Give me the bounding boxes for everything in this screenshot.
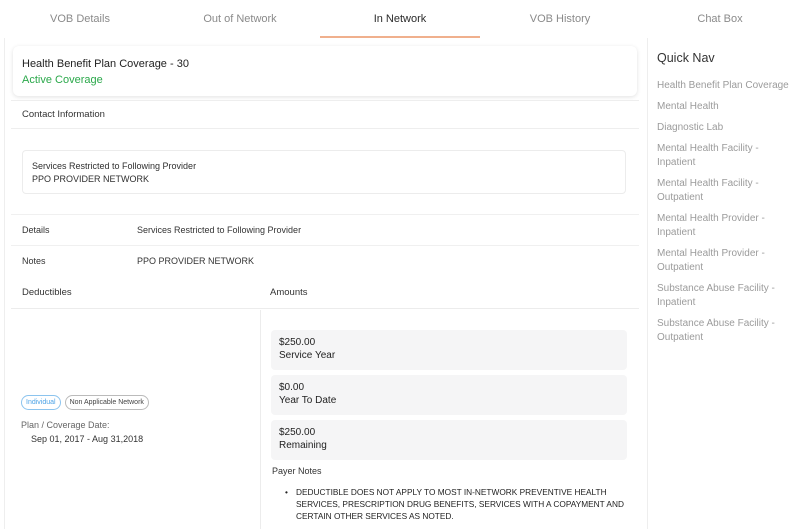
amount-label: Remaining [279, 440, 327, 451]
contact-information-header[interactable]: Contact Information [11, 100, 639, 129]
tab-bar: VOB Details Out of Network In Network VO… [0, 0, 800, 38]
tab-vob-details[interactable]: VOB Details [0, 0, 160, 38]
quick-nav-item-mh-provider-outpatient[interactable]: Mental Health Provider - Outpatient [657, 247, 791, 275]
details-row: Details Services Restricted to Following… [11, 214, 639, 245]
badge-group: Individual Non Applicable Network [21, 395, 149, 410]
amount-card: $250.00 Remaining [271, 420, 627, 460]
quick-nav-panel: Quick Nav Health Benefit Plan Coverage M… [647, 38, 800, 529]
notes-label: Notes [22, 256, 46, 266]
amount-value: $250.00 [279, 337, 316, 348]
deductibles-column-header: Deductibles [22, 287, 72, 298]
quick-nav-item-sa-facility-outpatient[interactable]: Substance Abuse Facility - Outpatient [657, 317, 791, 345]
notes-value: PPO PROVIDER NETWORK [137, 256, 255, 266]
provider-restriction-text: Services Restricted to Following Provide… [32, 161, 197, 171]
amount-card: $250.00 Service Year [271, 330, 627, 370]
tab-out-of-network[interactable]: Out of Network [160, 0, 320, 38]
main-panel: Health Benefit Plan Coverage - 30 Active… [4, 38, 644, 529]
app-frame: VOB Details Out of Network In Network VO… [0, 0, 800, 529]
coverage-status: Active Coverage [22, 74, 103, 86]
provider-restriction-box: Services Restricted to Following Provide… [22, 150, 626, 194]
quick-nav-item-diagnostic-lab[interactable]: Diagnostic Lab [657, 121, 791, 135]
quick-nav-item-mh-provider-inpatient[interactable]: Mental Health Provider - Inpatient [657, 212, 791, 240]
details-label: Details [22, 225, 50, 235]
deductible-info-cell: Individual Non Applicable Network Plan /… [11, 310, 261, 529]
individual-badge: Individual [21, 395, 61, 410]
quick-nav-item-mh-facility-outpatient[interactable]: Mental Health Facility - Outpatient [657, 177, 791, 205]
amount-value: $0.00 [279, 382, 305, 393]
tab-in-network[interactable]: In Network [320, 0, 480, 38]
tab-vob-history[interactable]: VOB History [480, 0, 640, 38]
amounts-column-header: Amounts [270, 287, 308, 298]
payer-notes-title: Payer Notes [272, 466, 322, 476]
network-badge: Non Applicable Network [64, 395, 149, 410]
quick-nav-item-sa-facility-inpatient[interactable]: Substance Abuse Facility - Inpatient [657, 282, 791, 310]
plan-date-value: Sep 01, 2017 - Aug 31,2018 [31, 434, 144, 444]
amount-label: Year To Date [279, 395, 337, 406]
quick-nav-item-mh-facility-inpatient[interactable]: Mental Health Facility - Inpatient [657, 142, 791, 170]
payer-note-item: DEDUCTIBLE DOES NOT APPLY TO MOST IN-NET… [285, 486, 625, 522]
deductibles-header: Deductibles Amounts [11, 277, 639, 309]
quick-nav-item-mental-health[interactable]: Mental Health [657, 100, 791, 114]
quick-nav-item-health-benefit-plan-coverage[interactable]: Health Benefit Plan Coverage [657, 79, 791, 93]
tab-chat-box[interactable]: Chat Box [640, 0, 800, 38]
details-value: Services Restricted to Following Provide… [137, 225, 302, 235]
plan-date-label: Plan / Coverage Date: [21, 420, 110, 430]
amount-label: Service Year [279, 350, 336, 361]
provider-network-text: PPO PROVIDER NETWORK [32, 174, 150, 184]
payer-notes-list: DEDUCTIBLE DOES NOT APPLY TO MOST IN-NET… [285, 486, 625, 522]
plan-card: Health Benefit Plan Coverage - 30 Active… [13, 46, 637, 96]
amount-card: $0.00 Year To Date [271, 375, 627, 415]
notes-row: Notes PPO PROVIDER NETWORK [11, 245, 639, 276]
plan-title: Health Benefit Plan Coverage - 30 [22, 58, 189, 70]
amount-value: $250.00 [279, 427, 316, 438]
quick-nav-title: Quick Nav [657, 51, 715, 65]
